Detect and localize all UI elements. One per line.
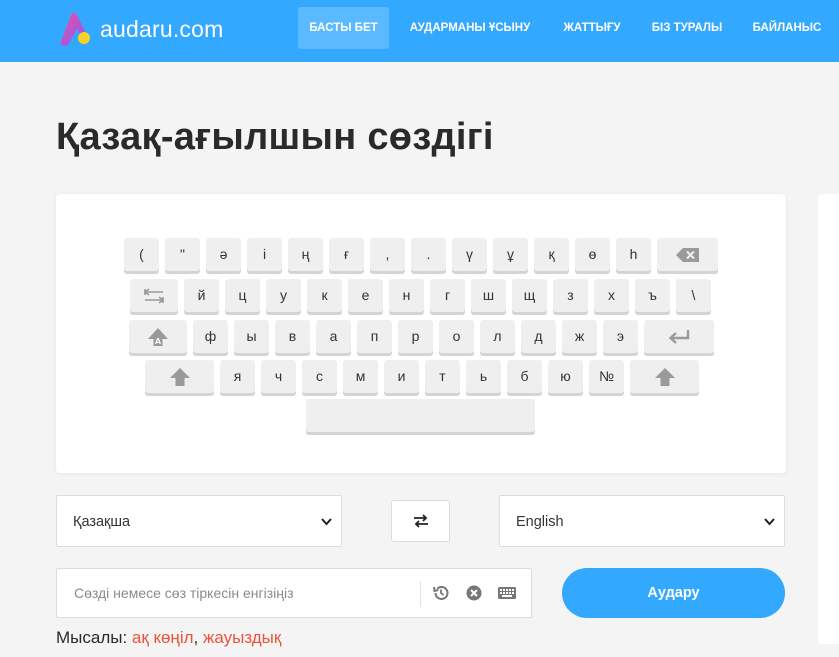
key[interactable]: ө	[575, 238, 610, 271]
target-language-select[interactable]: English	[499, 495, 785, 547]
brand-name: audaru.com	[100, 15, 224, 42]
input-divider	[420, 581, 421, 607]
key[interactable]: ә	[206, 238, 241, 271]
key[interactable]: з	[553, 279, 588, 312]
key-space[interactable]	[306, 399, 535, 432]
key[interactable]: (	[124, 238, 159, 271]
key[interactable]: й	[184, 279, 219, 312]
nav-home[interactable]: БАСТЫ БЕТ	[298, 7, 389, 49]
key[interactable]: ю	[548, 360, 583, 393]
key[interactable]: р	[398, 320, 433, 353]
key[interactable]: һ	[616, 238, 651, 271]
translate-button[interactable]: Аудару	[562, 568, 785, 618]
source-language-select[interactable]: Қазақша	[56, 495, 342, 547]
key[interactable]: ш	[471, 279, 506, 312]
key[interactable]: н	[389, 279, 424, 312]
key[interactable]: м	[343, 360, 378, 393]
key[interactable]: ъ	[635, 279, 670, 312]
key[interactable]: л	[480, 320, 515, 353]
target-language-value: English	[516, 514, 564, 530]
key[interactable]: ф	[193, 320, 228, 353]
nav-about[interactable]: БІЗ ТУРАЛЫ	[642, 7, 732, 49]
nav-suggest-translation[interactable]: АУДАРМАНЫ ҰСЫНУ	[400, 7, 540, 49]
swap-arrows-icon	[413, 514, 428, 528]
key[interactable]: у	[266, 279, 301, 312]
key[interactable]: "	[165, 238, 200, 271]
audaru-logo-icon	[56, 11, 94, 47]
history-icon[interactable]	[432, 584, 450, 602]
nav-practice[interactable]: ЖАТТЫҒУ	[553, 7, 631, 49]
key[interactable]: п	[357, 320, 392, 353]
examples-separator: ,	[193, 628, 203, 647]
examples-label: Мысалы:	[56, 628, 132, 647]
shift-icon	[630, 360, 699, 393]
search-input[interactable]	[74, 569, 414, 617]
key[interactable]: ж	[562, 320, 597, 353]
key[interactable]: ,	[370, 238, 405, 271]
clear-icon[interactable]	[465, 584, 483, 602]
tab-icon	[130, 279, 178, 312]
enter-icon	[644, 320, 714, 353]
chevron-down-icon	[321, 518, 332, 526]
logo[interactable]: audaru.com	[56, 11, 223, 47]
search-field	[56, 568, 532, 618]
key[interactable]: і	[247, 238, 282, 271]
source-language-value: Қазақша	[73, 514, 131, 530]
key-shift[interactable]	[630, 360, 699, 393]
key[interactable]: х	[594, 279, 629, 312]
key[interactable]: я	[220, 360, 255, 393]
key-backspace[interactable]	[657, 238, 718, 271]
key[interactable]: б	[507, 360, 542, 393]
key[interactable]: ц	[225, 279, 260, 312]
key[interactable]: ғ	[329, 238, 364, 271]
key[interactable]: с	[302, 360, 337, 393]
key[interactable]: е	[348, 279, 383, 312]
key[interactable]: г	[430, 279, 465, 312]
key-enter[interactable]	[644, 320, 714, 353]
key-tab[interactable]	[130, 279, 178, 312]
key[interactable]: д	[521, 320, 556, 353]
swap-languages-button[interactable]	[391, 500, 450, 542]
key[interactable]: ң	[288, 238, 323, 271]
key[interactable]: и	[384, 360, 419, 393]
key[interactable]: \	[676, 279, 711, 312]
key[interactable]: .	[411, 238, 446, 271]
key[interactable]: о	[439, 320, 474, 353]
nav-contact[interactable]: БАЙЛАНЫС	[744, 7, 830, 49]
backspace-icon	[657, 238, 718, 271]
key[interactable]: ч	[261, 360, 296, 393]
key[interactable]: т	[425, 360, 460, 393]
key[interactable]: ь	[466, 360, 501, 393]
key[interactable]: щ	[512, 279, 547, 312]
svg-text:A: A	[155, 337, 162, 346]
key[interactable]: №	[589, 360, 624, 393]
key[interactable]: ы	[234, 320, 269, 353]
examples-line: Мысалы: ақ көңіл, жауыздық	[56, 628, 281, 648]
example-link-2[interactable]: жауыздық	[203, 628, 281, 647]
side-panel	[818, 194, 839, 644]
shift-icon	[145, 360, 214, 393]
key[interactable]: қ	[534, 238, 569, 271]
keyboard-icon[interactable]	[497, 584, 517, 602]
key[interactable]: к	[307, 279, 342, 312]
top-navbar: audaru.com БАСТЫ БЕТ АУДАРМАНЫ ҰСЫНУ ЖАТ…	[0, 0, 839, 62]
key[interactable]: э	[603, 320, 638, 353]
page-title: Қазақ-ағылшын сөздігі	[56, 116, 494, 158]
chevron-down-icon	[764, 518, 775, 526]
key[interactable]: в	[275, 320, 310, 353]
key[interactable]: ү	[452, 238, 487, 271]
caps-lock-icon: A	[129, 320, 187, 353]
key[interactable]: а	[316, 320, 351, 353]
key-shift[interactable]	[145, 360, 214, 393]
key[interactable]: ұ	[493, 238, 528, 271]
key-caps-lock[interactable]: A	[129, 320, 187, 353]
example-link-1[interactable]: ақ көңіл	[132, 628, 194, 647]
